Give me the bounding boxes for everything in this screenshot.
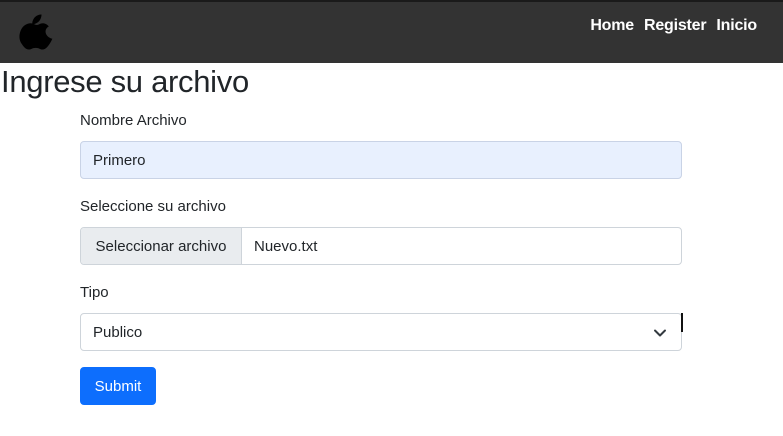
chevron-down-icon (654, 329, 666, 337)
nav-link-register[interactable]: Register (644, 17, 707, 35)
file-name-input[interactable] (80, 141, 682, 179)
name-label: Nombre Archivo (80, 112, 187, 129)
text-cursor (681, 313, 683, 332)
page-title: Ingrese su archivo (1, 64, 249, 99)
submit-button[interactable]: Submit (80, 367, 156, 405)
file-label: Seleccione su archivo (80, 198, 226, 215)
choose-file-button[interactable]: Seleccionar archivo (81, 228, 242, 264)
top-navbar: Home Register Inicio (0, 0, 783, 63)
main-nav: Home Register Inicio (590, 17, 757, 35)
type-label: Tipo (80, 284, 109, 301)
file-picker[interactable]: Seleccionar archivo Nuevo.txt (80, 227, 682, 265)
nav-link-home[interactable]: Home (590, 17, 634, 35)
apple-logo-icon[interactable] (16, 12, 54, 56)
nav-link-inicio[interactable]: Inicio (716, 17, 757, 35)
selected-file-name: Nuevo.txt (254, 237, 318, 255)
type-select[interactable]: Publico (80, 313, 682, 351)
type-select-value: Publico (93, 323, 143, 341)
